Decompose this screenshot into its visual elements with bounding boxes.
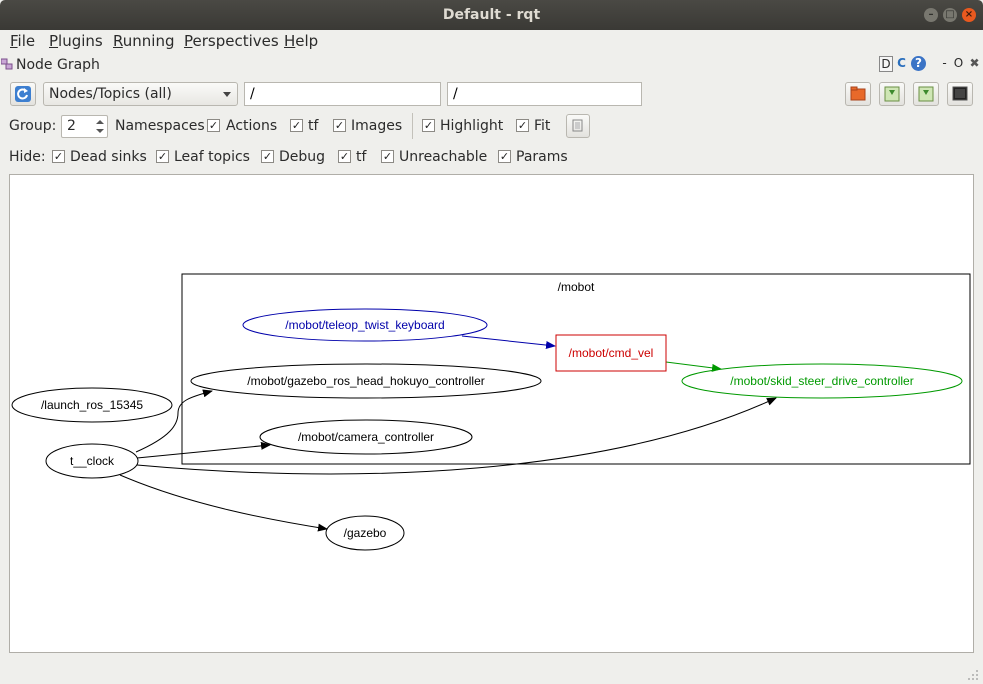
svg-text:/mobot/skid_steer_drive_contro: /mobot/skid_steer_drive_controller (730, 374, 913, 388)
namespace-label: /mobot (558, 280, 595, 294)
fit-view-icon (572, 119, 583, 132)
refresh-graph-button[interactable] (10, 82, 36, 106)
unreachable-label: Unreachable (399, 149, 488, 165)
topic-filter-input[interactable] (447, 82, 642, 106)
save-image-button[interactable] (947, 82, 973, 106)
menu-perspectives[interactable]: Perspectives (184, 32, 279, 50)
edge-clock-camera (136, 441, 271, 459)
actions-tf-checkbox[interactable]: ✓ (290, 119, 303, 132)
params-label: Params (516, 149, 568, 165)
leaf-topics-label: Leaf topics (174, 149, 250, 165)
dead-sinks-label: Dead sinks (70, 149, 147, 165)
graph-canvas[interactable]: /mobot /mobot/teleop_twist_keyboard /mob… (9, 174, 974, 653)
edge-cmdvel-skid (665, 361, 722, 372)
graph-svg: /mobot /mobot/teleop_twist_keyboard /mob… (11, 273, 971, 551)
plugin-titlebar: Node Graph (0, 55, 983, 75)
debug-checkbox[interactable]: ✓ (261, 150, 274, 163)
spin-down-icon[interactable] (96, 129, 104, 133)
svg-text:/mobot/teleop_twist_keyboard: /mobot/teleop_twist_keyboard (285, 318, 444, 332)
svg-text:/launch_ros_15345: /launch_ros_15345 (41, 398, 143, 412)
save-svg-icon (918, 86, 934, 102)
group-spinbox[interactable]: 2 (61, 115, 108, 138)
actions-label: Actions (226, 118, 278, 134)
plugin-title: Node Graph (16, 57, 100, 73)
edge-teleop-cmdvel (461, 335, 556, 350)
hide-label: Hide: (9, 149, 46, 165)
edge-clock-hokuyo (135, 389, 213, 453)
topic-cmd-vel[interactable]: /mobot/cmd_vel (555, 334, 667, 372)
resize-grip-icon[interactable] (966, 668, 980, 682)
fit-checkbox[interactable]: ✓ (516, 119, 529, 132)
tf-label: tf (308, 118, 319, 134)
node-gazebo-ros-head-hokuyo-controller[interactable]: /mobot/gazebo_ros_head_hokuyo_controller (190, 363, 542, 399)
load-dot-button[interactable] (845, 82, 871, 106)
save-svg-button[interactable] (913, 82, 939, 106)
fit-label: Fit (534, 118, 551, 134)
hide-tf-checkbox[interactable]: ✓ (338, 150, 351, 163)
plugin-d-button[interactable]: D (879, 56, 893, 72)
menu-running[interactable]: Running (113, 32, 174, 50)
group-value: 2 (67, 118, 76, 134)
window-title: Default - rqt (442, 7, 541, 23)
namespaces-label: Namespaces (115, 118, 205, 134)
node-filter-input[interactable] (244, 82, 441, 106)
dead-sinks-checkbox[interactable]: ✓ (52, 150, 65, 163)
save-dot-button[interactable] (879, 82, 905, 106)
plugin-close-button[interactable]: ✖ (967, 56, 982, 71)
images-label: Images (351, 118, 403, 134)
window-titlebar: Default - rqt – □ × (0, 0, 983, 30)
svg-text:t__clock: t__clock (70, 454, 115, 468)
plugin-float-button[interactable]: O (951, 56, 966, 71)
close-window-button[interactable]: × (962, 8, 976, 22)
graph-type-combobox[interactable]: Nodes/Topics (all) (43, 82, 238, 106)
edge-clock-skid (136, 397, 777, 475)
fit-in-view-button[interactable] (566, 114, 590, 138)
plugin-reload-button[interactable]: C (894, 56, 909, 71)
hide-tf-label: tf (356, 149, 367, 165)
node-gazebo[interactable]: /gazebo (325, 515, 405, 551)
svg-text:/mobot/camera_controller: /mobot/camera_controller (298, 430, 434, 444)
svg-text:/mobot/gazebo_ros_head_hokuyo_: /mobot/gazebo_ros_head_hokuyo_controller (247, 374, 485, 388)
toolbar-separator (412, 113, 413, 139)
refresh-icon (15, 86, 31, 102)
menu-help[interactable]: Help (284, 32, 318, 50)
node-graph-plugin-icon (1, 58, 13, 70)
params-checkbox[interactable]: ✓ (498, 150, 511, 163)
menubar: File Plugins Running Perspectives Help (0, 30, 983, 52)
namespaces-checkbox[interactable]: ✓ (207, 119, 220, 132)
node-launch-ros[interactable]: /launch_ros_15345 (11, 387, 173, 423)
save-dot-icon (884, 86, 900, 102)
node-clock[interactable]: t__clock (45, 443, 139, 479)
menu-plugins[interactable]: Plugins (49, 32, 103, 50)
images-checkbox[interactable]: ✓ (333, 119, 346, 132)
menu-file[interactable]: File (10, 32, 35, 50)
svg-text:/mobot/cmd_vel: /mobot/cmd_vel (569, 346, 654, 360)
unreachable-checkbox[interactable]: ✓ (381, 150, 394, 163)
highlight-label: Highlight (440, 118, 504, 134)
plugin-minimize-button[interactable]: - (937, 56, 952, 71)
spin-up-icon[interactable] (96, 120, 104, 124)
svg-text:/gazebo: /gazebo (344, 526, 387, 540)
node-camera-controller[interactable]: /mobot/camera_controller (259, 419, 473, 455)
save-image-icon (952, 86, 968, 101)
graph-type-selected: Nodes/Topics (all) (49, 86, 172, 102)
node-skid-steer-drive-controller[interactable]: /mobot/skid_steer_drive_controller (681, 363, 963, 399)
edge-clock-gazebo (119, 474, 328, 532)
leaf-topics-checkbox[interactable]: ✓ (156, 150, 169, 163)
highlight-checkbox[interactable]: ✓ (422, 119, 435, 132)
debug-label: Debug (279, 149, 326, 165)
maximize-window-button[interactable]: □ (943, 8, 957, 22)
group-label: Group: (9, 118, 57, 134)
plugin-help-button[interactable]: ? (911, 56, 926, 71)
minimize-window-button[interactable]: – (924, 8, 938, 22)
node-teleop-twist-keyboard[interactable]: /mobot/teleop_twist_keyboard (242, 308, 488, 342)
open-file-icon (850, 86, 866, 101)
chevron-down-icon (223, 92, 231, 97)
